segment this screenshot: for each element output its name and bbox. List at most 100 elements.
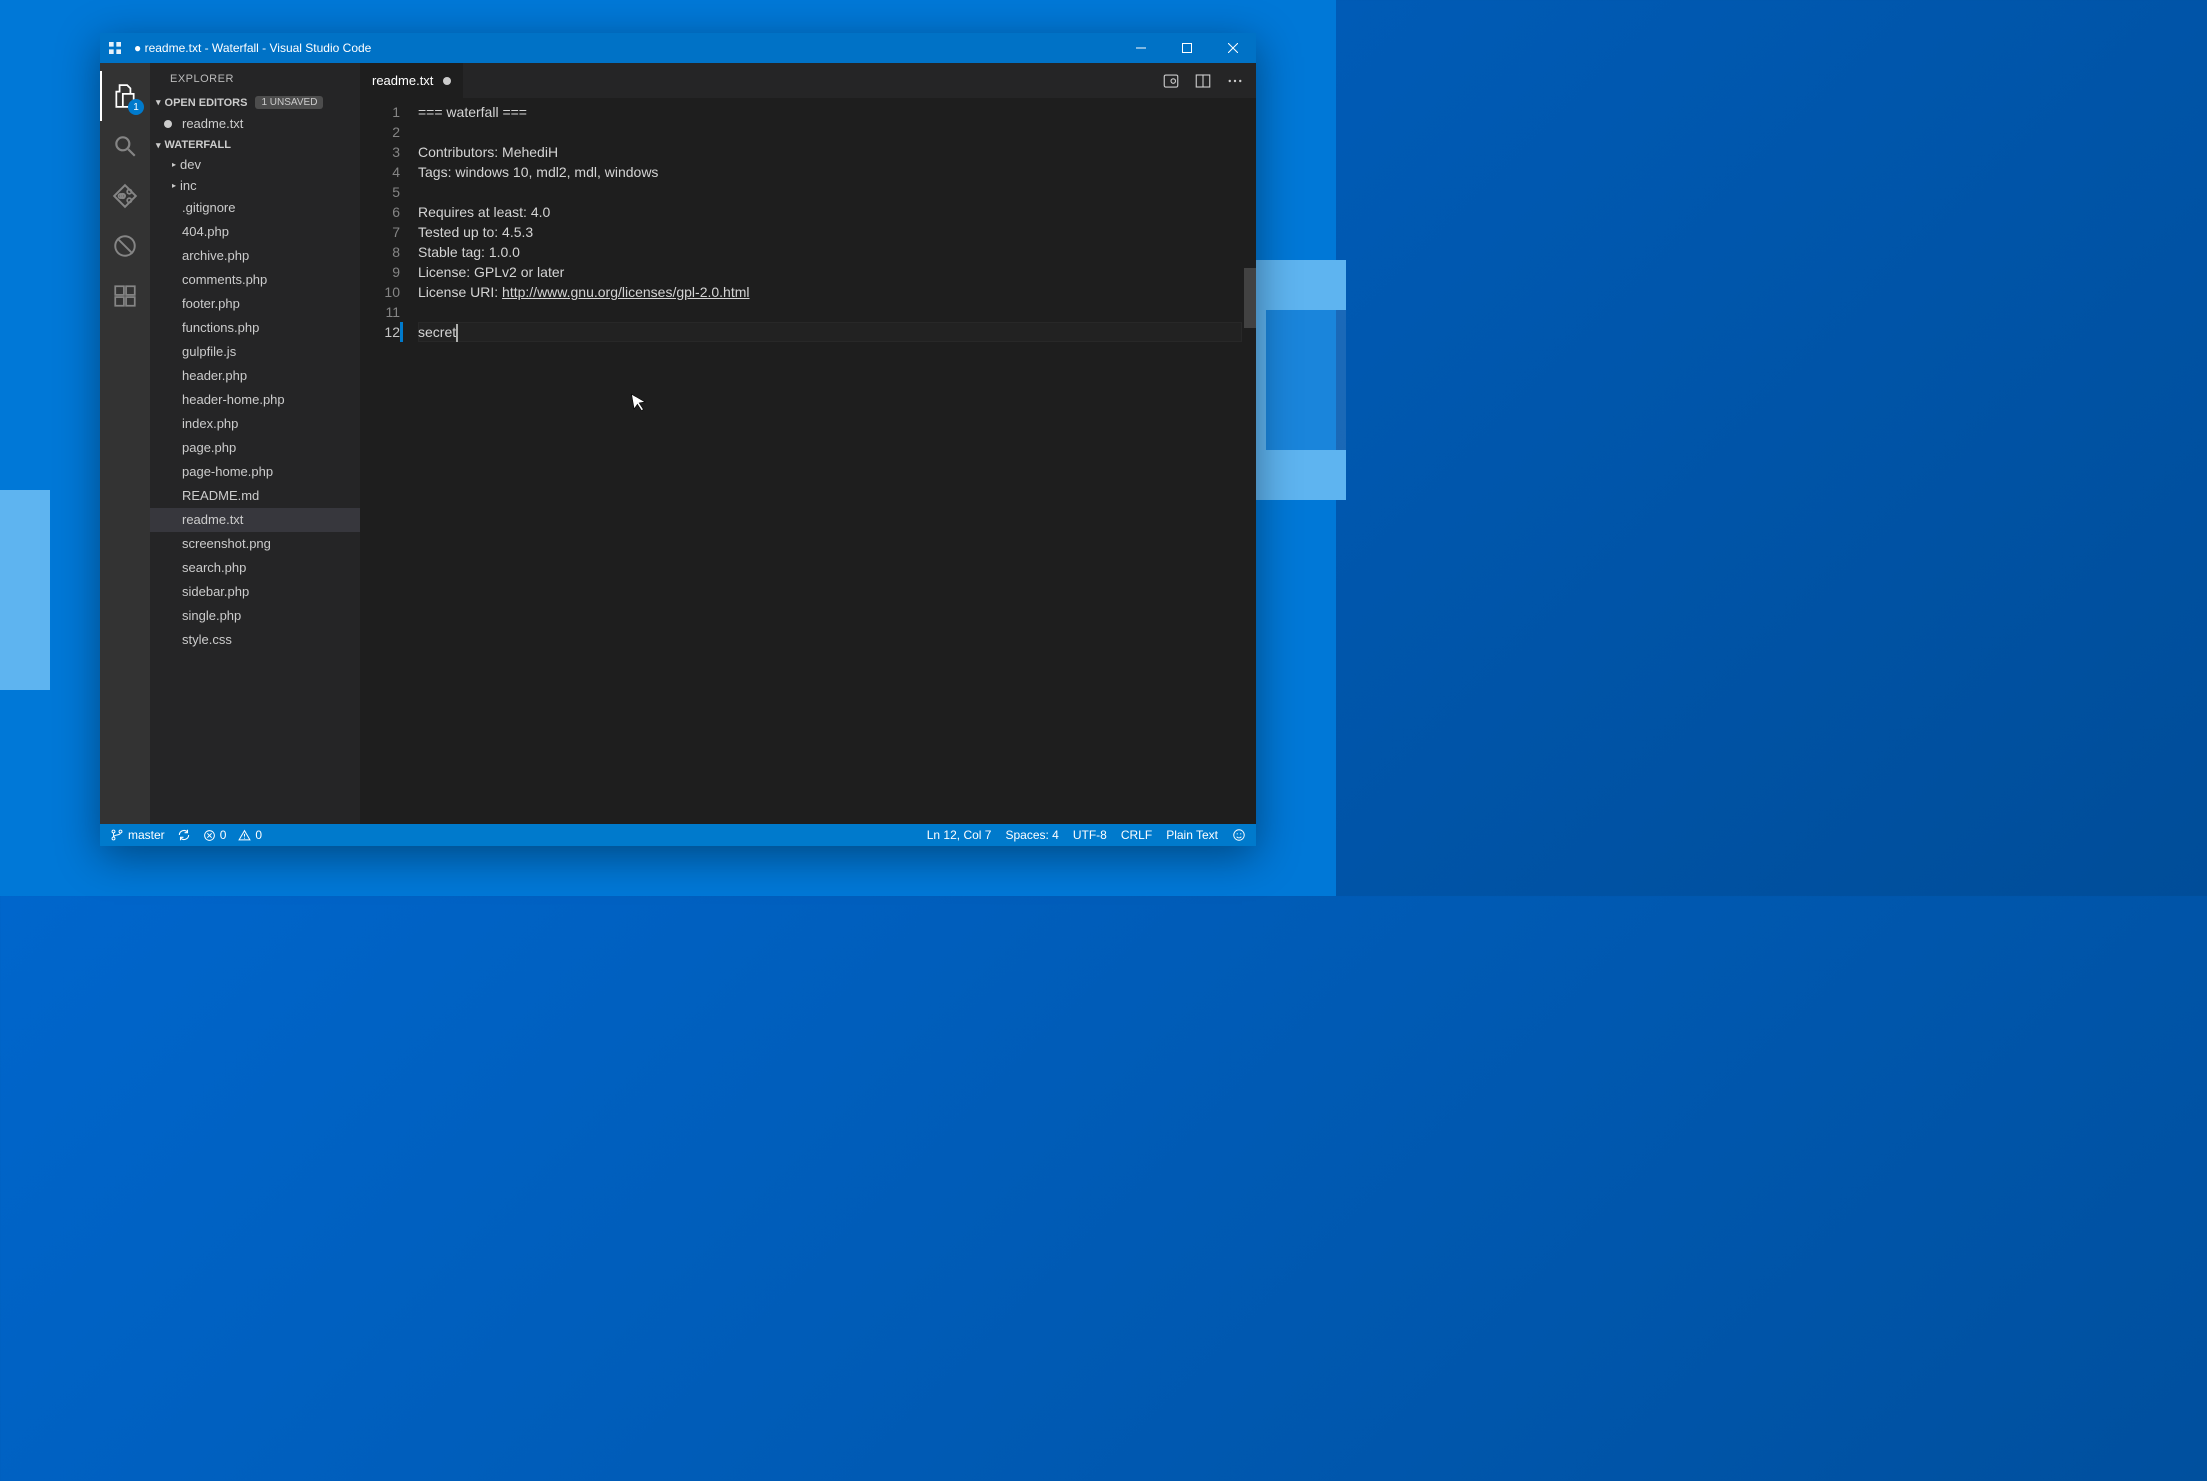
file-item[interactable]: screenshot.png <box>150 532 360 556</box>
file-item[interactable]: single.php <box>150 604 360 628</box>
file-item[interactable]: page-home.php <box>150 460 360 484</box>
chevron-right-icon: ▸ <box>172 160 176 169</box>
status-warnings[interactable]: 0 <box>238 828 262 842</box>
file-name: style.css <box>182 631 232 649</box>
folder-name: inc <box>180 178 197 193</box>
folder-item[interactable]: ▸ dev <box>150 154 360 175</box>
file-item[interactable]: readme.txt <box>150 508 360 532</box>
statusbar: master 0 0 Ln 12, Col 7 Spaces: 4 UTF-8 … <box>100 824 1256 846</box>
file-name: header.php <box>182 367 247 385</box>
open-editor-item[interactable]: readme.txt <box>150 112 360 136</box>
activity-explorer[interactable]: 1 <box>100 71 150 121</box>
code-line[interactable]: Stable tag: 1.0.0 <box>418 242 1242 262</box>
more-actions-icon[interactable] <box>1226 72 1244 90</box>
file-name: index.php <box>182 415 238 433</box>
file-item[interactable]: .gitignore <box>150 196 360 220</box>
status-indentation[interactable]: Spaces: 4 <box>1005 828 1058 842</box>
file-name: sidebar.php <box>182 583 249 601</box>
explorer-badge: 1 <box>128 99 144 115</box>
activity-extensions[interactable] <box>100 271 150 321</box>
file-item[interactable]: comments.php <box>150 268 360 292</box>
window-title: ● readme.txt - Waterfall - Visual Studio… <box>130 41 1118 55</box>
open-editors-header[interactable]: ▾ OPEN EDITORS 1 UNSAVED <box>150 93 360 112</box>
folder-name: dev <box>180 157 201 172</box>
dirty-indicator-icon <box>443 77 451 85</box>
file-name: readme.txt <box>182 115 243 133</box>
app-icon <box>100 33 130 63</box>
status-sync[interactable] <box>177 828 191 842</box>
status-feedback-icon[interactable] <box>1232 828 1246 842</box>
file-name: header-home.php <box>182 391 285 409</box>
code-line[interactable]: Requires at least: 4.0 <box>418 202 1242 222</box>
file-name: page.php <box>182 439 236 457</box>
code-line[interactable]: === waterfall === <box>418 102 1242 122</box>
unsaved-badge: 1 UNSAVED <box>255 96 323 109</box>
editor-body[interactable]: 123456789101112 === waterfall ===Contrib… <box>360 98 1256 824</box>
open-editors-label: OPEN EDITORS <box>165 97 248 109</box>
activity-search[interactable] <box>100 121 150 171</box>
code-line[interactable] <box>418 122 1242 142</box>
file-name: readme.txt <box>182 511 243 529</box>
code-line[interactable]: Tags: windows 10, mdl2, mdl, windows <box>418 162 1242 182</box>
file-name: page-home.php <box>182 463 273 481</box>
status-language[interactable]: Plain Text <box>1166 828 1218 842</box>
file-item[interactable]: header.php <box>150 364 360 388</box>
file-item[interactable]: page.php <box>150 436 360 460</box>
file-item[interactable]: sidebar.php <box>150 580 360 604</box>
text-cursor <box>456 324 458 342</box>
file-name: screenshot.png <box>182 535 271 553</box>
code-line[interactable]: Contributors: MehediH <box>418 142 1242 162</box>
code-line[interactable]: Tested up to: 4.5.3 <box>418 222 1242 242</box>
editor-tabs: readme.txt <box>360 63 1256 98</box>
file-item[interactable]: index.php <box>150 412 360 436</box>
split-editor-icon[interactable] <box>1194 72 1212 90</box>
file-item[interactable]: archive.php <box>150 244 360 268</box>
file-name: gulpfile.js <box>182 343 236 361</box>
workspace-header[interactable]: ▾ WATERFALL <box>150 136 360 154</box>
file-item[interactable]: search.php <box>150 556 360 580</box>
file-name: comments.php <box>182 271 267 289</box>
status-eol[interactable]: CRLF <box>1121 828 1152 842</box>
scrollbar[interactable] <box>1242 98 1256 824</box>
file-name: search.php <box>182 559 246 577</box>
close-button[interactable] <box>1210 33 1256 63</box>
file-name: README.md <box>182 487 259 505</box>
minimize-button[interactable] <box>1118 33 1164 63</box>
file-item[interactable]: README.md <box>150 484 360 508</box>
code-line[interactable]: License: GPLv2 or later <box>418 262 1242 282</box>
activity-source-control[interactable] <box>100 171 150 221</box>
vscode-window: ● readme.txt - Waterfall - Visual Studio… <box>100 33 1256 846</box>
file-item[interactable]: 404.php <box>150 220 360 244</box>
status-cursor-position[interactable]: Ln 12, Col 7 <box>927 828 992 842</box>
file-item[interactable]: style.css <box>150 628 360 652</box>
code-line[interactable] <box>418 182 1242 202</box>
file-item[interactable]: gulpfile.js <box>150 340 360 364</box>
status-encoding[interactable]: UTF-8 <box>1073 828 1107 842</box>
error-count: 0 <box>220 828 227 842</box>
branch-name: master <box>128 828 165 842</box>
file-item[interactable]: footer.php <box>150 292 360 316</box>
code-line[interactable]: secret <box>418 322 1242 342</box>
file-name: footer.php <box>182 295 240 313</box>
status-branch[interactable]: master <box>110 828 165 842</box>
window-controls <box>1118 33 1256 63</box>
file-item[interactable]: functions.php <box>150 316 360 340</box>
code-content[interactable]: === waterfall === Contributors: MehediHTa… <box>414 98 1242 824</box>
folder-item[interactable]: ▸ inc <box>150 175 360 196</box>
code-line[interactable] <box>418 302 1242 322</box>
code-line[interactable]: License URI: http://www.gnu.org/licenses… <box>418 282 1242 302</box>
file-item[interactable]: header-home.php <box>150 388 360 412</box>
status-errors[interactable]: 0 <box>203 828 227 842</box>
file-name: archive.php <box>182 247 249 265</box>
editor-tab-readme[interactable]: readme.txt <box>360 63 464 98</box>
maximize-button[interactable] <box>1164 33 1210 63</box>
titlebar[interactable]: ● readme.txt - Waterfall - Visual Studio… <box>100 33 1256 63</box>
activity-debug[interactable] <box>100 221 150 271</box>
file-name: functions.php <box>182 319 259 337</box>
toggle-preview-icon[interactable] <box>1162 72 1180 90</box>
code-link[interactable]: http://www.gnu.org/licenses/gpl-2.0.html <box>502 284 749 300</box>
chevron-right-icon: ▸ <box>172 181 176 190</box>
activitybar: 1 <box>100 63 150 824</box>
scrollbar-thumb[interactable] <box>1244 268 1256 328</box>
sidebar-title: EXPLORER <box>150 63 360 93</box>
